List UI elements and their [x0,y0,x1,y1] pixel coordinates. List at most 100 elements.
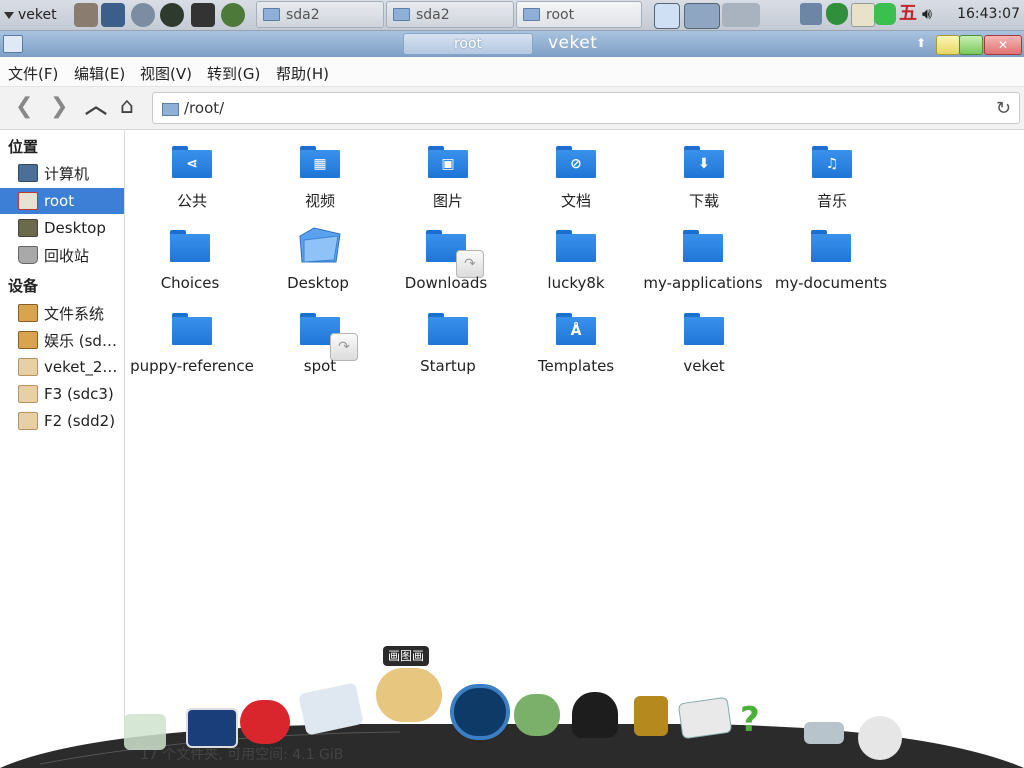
sidebar-item-desktop[interactable]: Desktop [0,215,124,241]
menu-edit[interactable]: 编辑(E) [74,63,125,84]
start-menu-label: veket [18,7,57,23]
browser-launcher-icon[interactable] [221,3,245,27]
file-label: 下载 [688,192,719,210]
drive-icon [18,304,38,322]
show-desktop-icon[interactable] [654,3,680,29]
linux-tux-dock-icon[interactable] [572,692,618,738]
network-icon[interactable] [800,3,822,25]
video-folder-icon: ▦ [300,146,340,178]
reload-icon[interactable]: ↻ [996,98,1011,119]
file-item-music[interactable]: ♫ 音乐 [768,138,896,220]
sidebar-item-filesystem[interactable]: 文件系统 [0,300,124,326]
brightness-dock-icon[interactable] [858,716,902,760]
address-book-dock-icon[interactable] [634,696,668,736]
file-label: 音乐 [816,192,847,210]
folder-icon [172,313,212,345]
help-dock-icon[interactable]: ? [740,703,776,737]
maximize-button[interactable] [959,35,983,55]
sidebar-item-trash[interactable]: 回收站 [0,242,124,268]
workspace-pager[interactable] [684,3,720,29]
menu-view[interactable]: 视图(V) [140,63,192,84]
system-monitor-launcher-icon[interactable] [101,3,125,27]
file-label: puppy-reference [130,357,254,375]
settings-launcher-icon[interactable] [131,3,155,27]
sidebar-item-label: 计算机 [44,164,90,183]
taskbar: veket sda2 sda2 root 五 🔊︎ 16:43:07 [0,0,1024,31]
file-label: spot [303,357,337,375]
sidebar-item-device-5[interactable]: F2 (sdd2) [0,408,124,434]
drive-icon [18,358,38,376]
music-player-dock-icon[interactable] [450,684,510,740]
sidebar-item-label: 娱乐 (sd… [44,331,117,350]
menu-file[interactable]: 文件(F) [8,63,58,84]
input-method-indicator[interactable]: 五 [897,3,919,25]
sidebar-item-device-4[interactable]: F3 (sdc3) [0,381,124,407]
home-icon[interactable]: ⌂ [120,95,134,119]
desktop-folder-icon [299,227,341,263]
terminal-launcher-icon[interactable] [191,3,215,27]
volume-icon[interactable]: 🔊︎ [922,3,944,25]
minimize-button[interactable] [936,35,960,55]
sidebar-item-device-3[interactable]: veket_2… [0,354,124,380]
file-item-downloads[interactable]: ↷ Downloads [382,222,510,304]
display-settings-dock-icon[interactable] [186,708,238,748]
file-item-templates[interactable]: Å Templates [512,305,640,387]
forward-icon[interactable]: ❯ [50,95,68,119]
window-titlebar[interactable]: root veket ⬆ ✕ [0,31,1024,57]
file-item-videos[interactable]: ▦ 视频 [256,138,384,220]
sidebar-item-label: Desktop [44,219,106,237]
task-button-sda2-1[interactable]: sda2 [256,1,384,28]
sidebar-item-label: root [44,192,75,210]
menu-help[interactable]: 帮助(H) [276,63,329,84]
folder-icon [263,8,280,21]
file-item-startup[interactable]: Startup [384,305,512,387]
task-label: root [546,6,575,23]
menu-go[interactable]: 转到(G) [207,63,260,84]
task-button-sda2-2[interactable]: sda2 [386,1,514,28]
sidebar-item-root[interactable]: root [0,188,124,214]
drive-status-icon[interactable] [874,3,896,25]
desktop-icon [18,219,38,237]
drive-icon [18,331,38,349]
file-item-public[interactable]: ⋖ 公共 [128,138,256,220]
file-item-desktop[interactable]: Desktop [254,222,382,304]
folder-icon [811,230,851,262]
file-label: 公共 [176,192,207,210]
security-shield-icon[interactable] [826,3,848,25]
file-item-spot[interactable]: ↷ spot [256,305,384,387]
browser-dock-icon[interactable] [240,700,290,744]
window-menu-icon[interactable] [3,35,23,53]
back-icon[interactable]: ❮ [15,95,33,119]
workspace-pager-2[interactable] [722,3,760,27]
file-item-my-documents[interactable]: my-documents [767,222,895,304]
office-dock-icon[interactable] [677,696,733,740]
task-button-root[interactable]: root [516,1,642,28]
file-item-documents[interactable]: ⊘ 文档 [512,138,640,220]
file-manager-dock-icon[interactable] [124,714,166,750]
sidebar-item-computer[interactable]: 计算机 [0,160,124,186]
location-bar[interactable]: /root/ ↻ [152,92,1020,124]
shade-up-icon[interactable]: ⬆ [916,36,926,50]
file-item-pictures[interactable]: ▣ 图片 [384,138,512,220]
file-item-downloads-cn[interactable]: ⬇ 下载 [640,138,768,220]
paint-dock-icon[interactable] [376,668,442,722]
media-player-launcher-icon[interactable] [160,3,184,27]
trash-icon [18,246,38,264]
file-item-lucky8k[interactable]: lucky8k [512,222,640,304]
file-label: Downloads [404,274,488,292]
close-button[interactable]: ✕ [984,35,1022,55]
file-item-veket[interactable]: veket [640,305,768,387]
file-item-choices[interactable]: Choices [126,222,254,304]
tools-launcher-icon[interactable] [74,3,98,27]
file-item-my-applications[interactable]: my-applications [639,222,767,304]
file-item-puppy-reference[interactable]: puppy-reference [128,305,256,387]
file-label: my-documents [774,274,888,292]
drive-dock-icon[interactable] [804,722,844,744]
sidebar-item-device-2[interactable]: 娱乐 (sd… [0,327,124,353]
clipboard-icon[interactable] [851,3,875,27]
start-menu-button[interactable]: veket [4,5,57,25]
messenger-dock-icon[interactable] [514,694,560,736]
window-tab[interactable]: root [403,33,533,55]
document-folder-icon: ⊘ [556,146,596,178]
up-icon[interactable]: ︿ [85,95,107,119]
